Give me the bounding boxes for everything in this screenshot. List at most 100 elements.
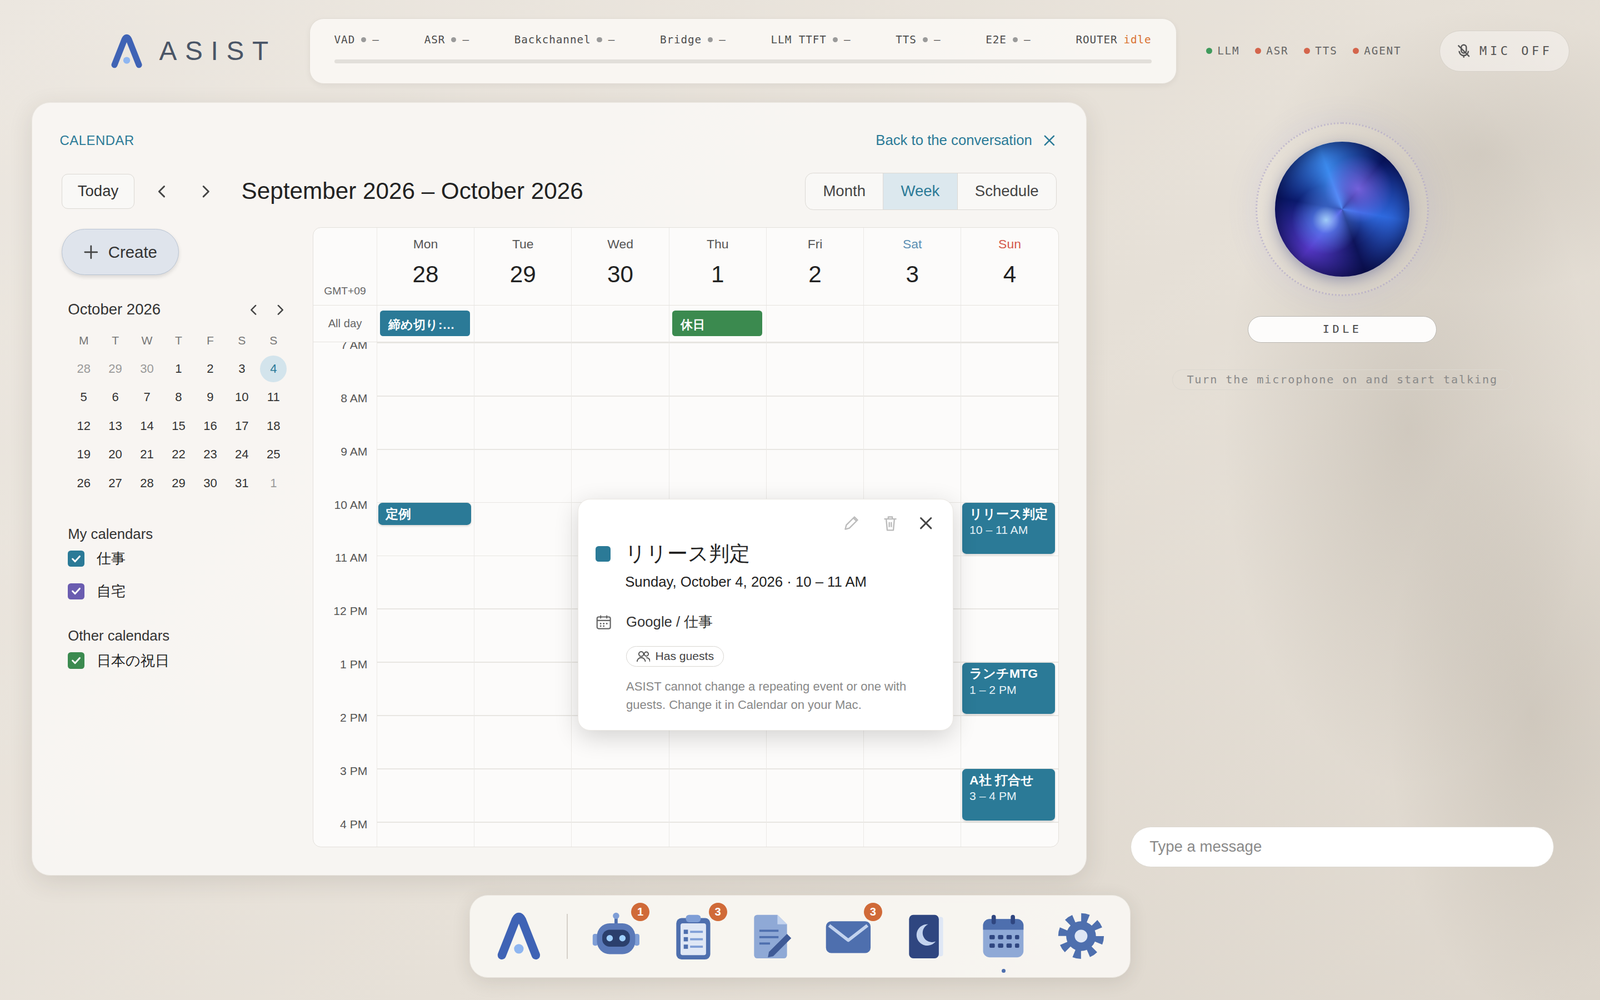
event[interactable]: 定例 xyxy=(378,502,472,525)
dock-item[interactable] xyxy=(900,910,952,962)
event[interactable]: リリース判定10 – 11 AM xyxy=(962,502,1055,554)
trash-icon[interactable] xyxy=(881,513,900,533)
mini-day[interactable]: 29 xyxy=(102,355,129,383)
chevron-right-icon[interactable] xyxy=(198,183,213,200)
logo-icon[interactable] xyxy=(493,910,545,962)
today-button[interactable]: Today xyxy=(61,173,135,209)
day-header[interactable]: Sat3 xyxy=(863,227,961,306)
mini-day[interactable]: 2 xyxy=(197,355,224,383)
dock-item[interactable] xyxy=(977,910,1029,962)
mini-day[interactable]: 19 xyxy=(70,441,98,468)
mini-day[interactable]: 27 xyxy=(102,470,129,497)
mini-day[interactable]: 12 xyxy=(70,412,98,440)
all-day-event[interactable]: 締め切り:… xyxy=(380,310,470,337)
mini-day[interactable]: 5 xyxy=(70,383,98,411)
all-day-cell[interactable] xyxy=(766,305,864,342)
mini-day[interactable]: 22 xyxy=(165,441,193,468)
mini-day[interactable]: 18 xyxy=(260,412,287,440)
day-column[interactable]: リリース判定10 – 11 AM ランチMTG1 – 2 PM A社 打合せ3 – … xyxy=(960,342,1058,848)
mini-day[interactable]: 28 xyxy=(133,470,161,497)
mini-day[interactable]: 3 xyxy=(228,355,255,383)
day-header[interactable]: Wed30 xyxy=(571,227,669,306)
mini-day[interactable]: 7 xyxy=(133,383,161,411)
all-day-cell[interactable]: 締め切り:… xyxy=(376,305,474,342)
mini-day[interactable]: 8 xyxy=(165,383,193,411)
mini-day[interactable]: 9 xyxy=(197,383,224,411)
mini-day-label: 27 xyxy=(108,476,123,491)
mic-button[interactable]: MIC OFF xyxy=(1439,30,1570,72)
message-input[interactable] xyxy=(1130,826,1554,868)
mini-day[interactable]: 13 xyxy=(102,412,129,440)
metric-dot xyxy=(451,37,457,43)
mini-day[interactable]: 1 xyxy=(260,470,287,497)
mini-day[interactable]: 10 xyxy=(228,383,255,411)
mini-day[interactable]: 28 xyxy=(70,355,98,383)
calendar-checkbox[interactable] xyxy=(67,550,84,567)
all-day-cell[interactable]: 休日 xyxy=(668,305,767,342)
mini-day[interactable]: 4 xyxy=(260,355,287,383)
settings-icon[interactable] xyxy=(1055,910,1107,962)
event[interactable]: A社 打合せ3 – 4 PM xyxy=(962,768,1055,820)
journal-icon[interactable] xyxy=(900,910,952,962)
dock-item[interactable] xyxy=(493,910,545,962)
day-header[interactable]: Tue29 xyxy=(473,227,572,306)
mini-day[interactable]: 23 xyxy=(197,441,224,468)
event[interactable]: ランチMTG1 – 2 PM xyxy=(962,662,1055,714)
logo[interactable]: ASIST xyxy=(0,32,310,70)
mini-day[interactable]: 15 xyxy=(165,412,193,440)
all-day-cell[interactable] xyxy=(473,305,572,342)
all-day-cell[interactable] xyxy=(571,305,669,342)
mini-day[interactable]: 1 xyxy=(165,355,193,383)
all-day-cell[interactable] xyxy=(960,305,1058,342)
asist-logo-icon[interactable] xyxy=(108,32,145,70)
mini-prev-icon[interactable] xyxy=(247,302,260,318)
calendar-checkbox[interactable] xyxy=(67,583,84,600)
mini-next-icon[interactable] xyxy=(273,302,287,318)
hour-label-cell: 12 PM xyxy=(313,600,377,654)
calendar-icon[interactable] xyxy=(977,910,1029,962)
view-tab[interactable]: Schedule xyxy=(957,173,1057,210)
view-tab[interactable]: Month xyxy=(805,173,883,210)
dock-item[interactable]: 3 xyxy=(822,910,874,962)
close-popover-icon[interactable] xyxy=(917,515,934,532)
calendar-toggle[interactable]: 自宅 xyxy=(67,575,313,608)
notes-icon[interactable] xyxy=(745,910,797,962)
day-header[interactable]: Fri2 xyxy=(766,227,864,306)
calendar-toggle[interactable]: 日本の祝日 xyxy=(67,644,313,678)
mini-day[interactable]: 26 xyxy=(70,470,98,497)
mini-day[interactable]: 31 xyxy=(228,470,255,497)
day-header[interactable]: Mon28 xyxy=(376,227,474,306)
all-day-event[interactable]: 休日 xyxy=(672,310,762,337)
mini-day[interactable]: 14 xyxy=(133,412,161,440)
all-day-cell[interactable] xyxy=(863,305,961,342)
day-header[interactable]: Sun4 xyxy=(960,227,1058,306)
calendar-toggle[interactable]: 仕事 xyxy=(67,542,313,575)
mini-day[interactable]: 16 xyxy=(197,412,224,440)
chevron-left-icon[interactable] xyxy=(155,183,170,200)
pencil-icon[interactable] xyxy=(842,513,861,533)
dock-item[interactable]: 3 xyxy=(667,910,719,962)
mini-day[interactable]: 29 xyxy=(165,470,193,497)
dock-item[interactable] xyxy=(1055,910,1107,962)
back-link[interactable]: Back to the conversation xyxy=(875,132,1057,149)
mini-day[interactable]: 11 xyxy=(260,383,287,411)
mini-day[interactable]: 20 xyxy=(102,441,129,468)
calendar-checkbox[interactable] xyxy=(67,652,84,669)
mini-day[interactable]: 21 xyxy=(133,441,161,468)
mini-day[interactable]: 30 xyxy=(133,355,161,383)
back-to-conversation[interactable]: Back to the conversation xyxy=(875,132,1032,149)
create-button[interactable]: Create xyxy=(61,228,179,275)
close-icon[interactable] xyxy=(1042,133,1057,148)
mini-day[interactable]: 30 xyxy=(197,470,224,497)
assistant-orb[interactable] xyxy=(1275,141,1410,277)
day-header[interactable]: Thu1 xyxy=(668,227,767,306)
day-column[interactable]: 定例 xyxy=(376,342,474,848)
view-tab[interactable]: Week xyxy=(882,173,957,210)
mini-day[interactable]: 6 xyxy=(102,383,129,411)
mini-day[interactable]: 25 xyxy=(260,441,287,468)
dock-item[interactable] xyxy=(745,910,797,962)
dock-item[interactable]: 1 xyxy=(590,910,642,962)
mini-day[interactable]: 17 xyxy=(228,412,255,440)
mini-day[interactable]: 24 xyxy=(228,441,255,468)
day-column[interactable] xyxy=(473,342,572,848)
